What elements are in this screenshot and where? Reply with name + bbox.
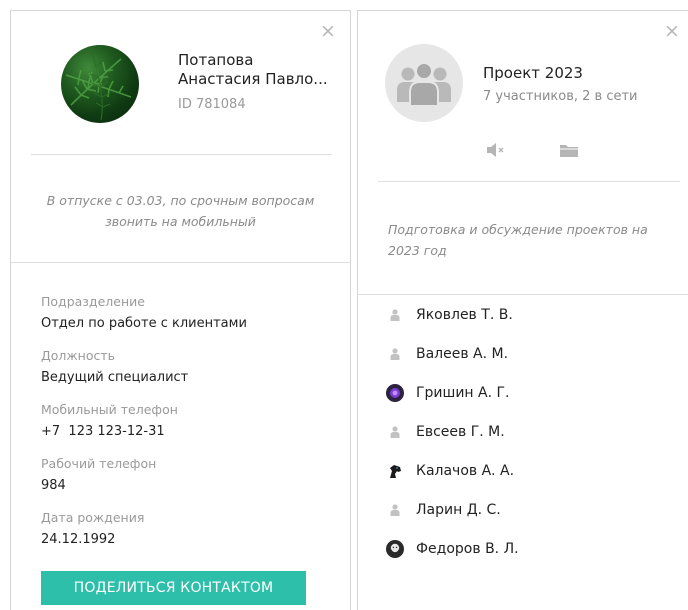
- member-item[interactable]: Федоров В. Л.: [386, 538, 519, 560]
- member-name: Ларин Д. С.: [416, 502, 501, 518]
- group-description: Подготовка и обсуждение проектов на 2023…: [388, 222, 648, 258]
- member-name: Евсеев Г. М.: [416, 424, 505, 440]
- member-name: Калачов А. А.: [416, 463, 515, 479]
- close-group-icon[interactable]: ×: [664, 22, 680, 41]
- contact-status-message: В отпуске с 03.03, по срочным вопросам з…: [46, 193, 315, 229]
- divider: [11, 262, 350, 263]
- contact-id: ID 781084: [178, 97, 246, 112]
- contact-given-names: Анастасия Павло...: [178, 70, 328, 88]
- contact-surname: Потапова: [178, 51, 254, 69]
- mute-icon[interactable]: [485, 141, 507, 159]
- default-person-icon: [386, 423, 404, 441]
- position-value: Ведущий специалист: [41, 370, 189, 385]
- default-person-icon: [386, 345, 404, 363]
- member-item[interactable]: Евсеев Г. М.: [386, 421, 505, 443]
- mobile-phone-value[interactable]: +7 123 123-12-31: [41, 424, 165, 439]
- member-item[interactable]: Калачов А. А.: [386, 460, 514, 482]
- member-item[interactable]: Ларин Д. С.: [386, 499, 501, 521]
- mobile-phone-label: Мобильный телефон: [41, 402, 178, 417]
- member-item[interactable]: Валеев А. М.: [386, 343, 508, 365]
- member-item[interactable]: Гришин А. Г.: [386, 382, 510, 404]
- group-title: Проект 2023: [483, 64, 583, 82]
- default-person-icon: [386, 306, 404, 324]
- member-name: Яковлев Т. В.: [416, 307, 513, 323]
- bearded-man-avatar-icon: [386, 540, 404, 558]
- group-card-panel: × Проект 2023 7 участников, 2 в сети Под…: [357, 10, 688, 610]
- default-person-icon: [386, 501, 404, 519]
- member-name: Гришин А. Г.: [416, 385, 510, 401]
- birthday-label: Дата рождения: [41, 510, 145, 525]
- position-label: Должность: [41, 348, 116, 363]
- close-contact-icon[interactable]: ×: [320, 22, 336, 41]
- purple-avatar-icon: [386, 384, 404, 402]
- work-phone-value[interactable]: 984: [41, 478, 66, 493]
- divider: [31, 154, 332, 155]
- contact-name: Потапова Анастасия Павло...: [178, 51, 348, 89]
- fern-photo-icon: [65, 49, 132, 121]
- member-name: Валеев А. М.: [416, 346, 509, 362]
- horse-avatar-icon: [386, 462, 404, 480]
- divider: [358, 294, 688, 295]
- birthday-value: 24.12.1992: [41, 532, 116, 547]
- contact-card-panel: × Потапова Анастасия Павло... ID 781084 …: [10, 10, 351, 610]
- share-contact-button[interactable]: ПОДЕЛИТЬСЯ КОНТАКТОМ: [41, 571, 306, 605]
- work-phone-label: Рабочий телефон: [41, 456, 157, 471]
- member-item[interactable]: Яковлев Т. В.: [386, 304, 513, 326]
- group-subtitle: 7 участников, 2 в сети: [483, 89, 638, 104]
- divider: [378, 181, 680, 182]
- contact-avatar: [61, 45, 139, 123]
- folder-icon[interactable]: [558, 141, 580, 159]
- member-name: Федоров В. Л.: [416, 541, 519, 557]
- group-avatar: [385, 44, 463, 122]
- group-people-icon: [397, 62, 451, 107]
- department-label: Подразделение: [41, 294, 145, 309]
- department-value: Отдел по работе с клиентами: [41, 316, 247, 331]
